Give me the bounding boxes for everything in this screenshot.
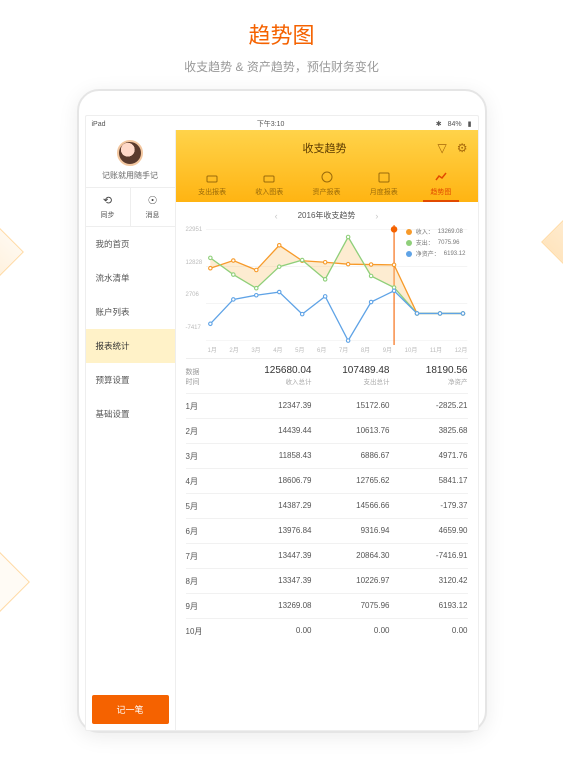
legend-row: 净资产：6193.12 xyxy=(406,249,466,258)
chart-section: ‹ 2016年收支趋势 › 22951128282706-7417 收入：132… xyxy=(176,202,478,358)
table-row[interactable]: 6月13976.849316.944659.90 xyxy=(186,518,468,543)
y-axis: 22951128282706-7417 xyxy=(186,225,207,345)
data-table: 数据 时间 125680.04 收入总计 107489.48 支出总计 18 xyxy=(176,358,478,643)
quick-actions: ⟲ 同步 ☉ 消息 xyxy=(86,187,175,227)
x-axis: 1月2月3月4月5月6月7月8月9月10月11月12月 xyxy=(186,345,468,354)
sync-button[interactable]: ⟲ 同步 xyxy=(86,188,130,226)
main: 收支趋势 ▽ ⚙ 支出报表收入图表资产报表月度报表趋势图 ‹ 2016年收支趋势… xyxy=(176,130,478,730)
table-header: 数据 时间 125680.04 收入总计 107489.48 支出总计 18 xyxy=(186,358,468,393)
screen: iPad 下午3:10 ✱ 84% ▮ 记账就用随手记 ⟲ 同步 xyxy=(85,115,479,731)
page-subtitle: 收支趋势 & 资产趋势，预估财务变化 xyxy=(0,58,563,75)
sync-icon: ⟲ xyxy=(103,194,112,207)
sidebar-item[interactable]: 我的首页 xyxy=(86,227,175,261)
page-title: 趋势图 xyxy=(0,18,563,50)
table-row[interactable]: 5月14387.2914566.66-179.37 xyxy=(186,493,468,518)
nav: 我的首页流水清单账户列表报表统计预算设置基础设置 xyxy=(86,227,175,689)
battery-icon: ▮ xyxy=(468,120,472,128)
report-tabs: 支出报表收入图表资产报表月度报表趋势图 xyxy=(184,166,470,202)
thead-label-b: 时间 xyxy=(186,377,234,387)
sync-label: 同步 xyxy=(101,210,115,220)
legend-row: 收入：13269.08 xyxy=(406,227,466,236)
profile[interactable]: 记账就用随手记 xyxy=(86,130,175,187)
income-total: 125680.04 xyxy=(234,365,312,376)
tab[interactable]: 月度报表 xyxy=(355,168,412,202)
sidebar-item[interactable]: 账户列表 xyxy=(86,295,175,329)
messages-label: 消息 xyxy=(146,210,160,220)
table-body: 1月12347.3915172.60-2825.212月14439.441061… xyxy=(186,393,468,643)
status-device: iPad xyxy=(92,121,106,128)
table-row[interactable]: 10月0.000.000.00 xyxy=(186,618,468,643)
table-row[interactable]: 8月13347.3910226.973120.42 xyxy=(186,568,468,593)
record-button[interactable]: 记一笔 xyxy=(92,695,169,724)
bell-icon: ☉ xyxy=(148,194,158,207)
settings-icon[interactable]: ⚙ xyxy=(457,141,468,155)
device-frame: iPad 下午3:10 ✱ 84% ▮ 记账就用随手记 ⟲ 同步 xyxy=(77,89,487,733)
net-total: 18190.56 xyxy=(390,365,468,376)
header-title: 收支趋势 xyxy=(212,140,438,156)
net-total-label: 净资产 xyxy=(448,379,468,386)
tab[interactable]: 资产报表 xyxy=(298,168,355,202)
messages-button[interactable]: ☉ 消息 xyxy=(130,188,175,226)
table-row[interactable]: 9月13269.087075.966193.12 xyxy=(186,593,468,618)
table-row[interactable]: 2月14439.4410613.763825.68 xyxy=(186,418,468,443)
profile-name: 记账就用随手记 xyxy=(90,170,171,181)
decoration xyxy=(0,548,30,616)
table-row[interactable]: 4月18606.7912765.625841.17 xyxy=(186,468,468,493)
sidebar-item[interactable]: 报表统计 xyxy=(86,329,175,363)
avatar[interactable] xyxy=(117,140,143,166)
app-root: 记账就用随手记 ⟲ 同步 ☉ 消息 我的首页流水清单账户列表报表统计预算设置基础… xyxy=(86,130,478,730)
bluetooth-icon: ✱ xyxy=(436,120,442,128)
sidebar-item[interactable]: 基础设置 xyxy=(86,397,175,431)
legend: 收入：13269.08 支出：7075.96 净资产：6193.12 xyxy=(406,227,466,258)
filter-icon[interactable]: ▽ xyxy=(438,141,447,155)
status-time: 下午3:10 xyxy=(257,119,285,129)
sidebar: 记账就用随手记 ⟲ 同步 ☉ 消息 我的首页流水清单账户列表报表统计预算设置基础… xyxy=(86,130,176,730)
chart[interactable]: 22951128282706-7417 收入：13269.08 支出：7075.9… xyxy=(186,225,468,345)
decoration xyxy=(541,208,563,276)
expense-total: 107489.48 xyxy=(312,365,390,376)
sidebar-item[interactable]: 流水清单 xyxy=(86,261,175,295)
income-total-label: 收入总计 xyxy=(286,379,312,386)
table-row[interactable]: 3月11858.436886.674971.76 xyxy=(186,443,468,468)
table-row[interactable]: 1月12347.3915172.60-2825.21 xyxy=(186,393,468,418)
legend-row: 支出：7075.96 xyxy=(406,238,466,247)
chart-title: 2016年收支趋势 xyxy=(298,210,356,221)
decoration xyxy=(0,218,24,286)
status-bar: iPad 下午3:10 ✱ 84% ▮ xyxy=(86,116,478,130)
header: 收支趋势 ▽ ⚙ 支出报表收入图表资产报表月度报表趋势图 xyxy=(176,130,478,202)
chevron-right-icon[interactable]: › xyxy=(375,211,378,221)
expense-total-label: 支出总计 xyxy=(364,379,390,386)
table-row[interactable]: 7月13447.3920864.30-7416.91 xyxy=(186,543,468,568)
tab[interactable]: 趋势图 xyxy=(412,168,469,202)
chevron-left-icon[interactable]: ‹ xyxy=(275,211,278,221)
thead-label-a: 数据 xyxy=(186,367,234,377)
status-battery: 84% xyxy=(448,121,462,128)
sidebar-item[interactable]: 预算设置 xyxy=(86,363,175,397)
tab[interactable]: 收入图表 xyxy=(241,168,298,202)
tab[interactable]: 支出报表 xyxy=(184,168,241,202)
